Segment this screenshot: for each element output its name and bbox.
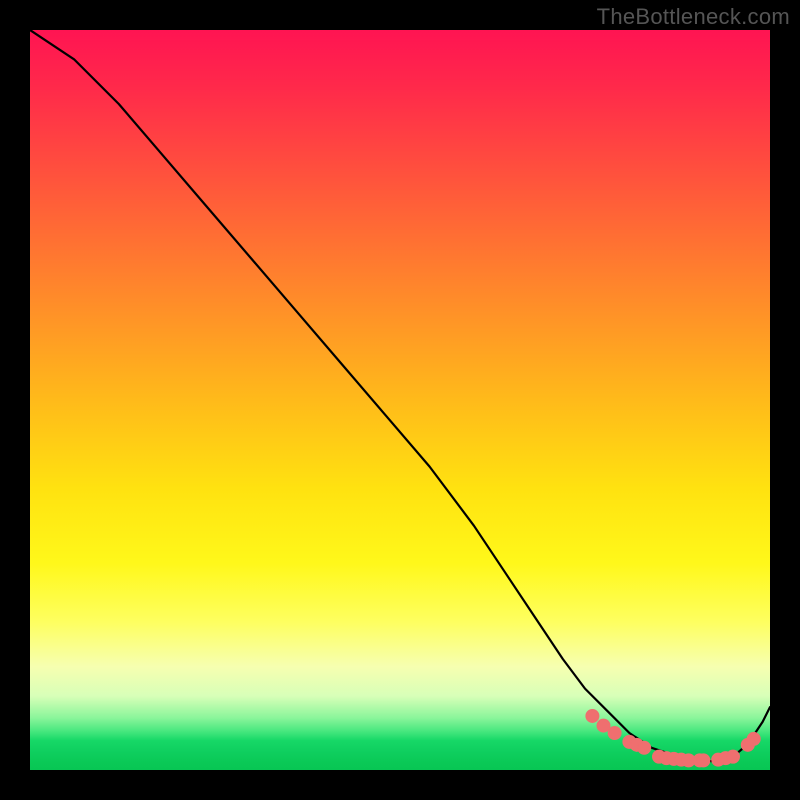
chart-frame: TheBottleneck.com — [0, 0, 800, 800]
curve-markers — [586, 709, 760, 766]
data-marker — [597, 719, 610, 732]
data-marker — [586, 709, 599, 722]
data-marker — [638, 741, 651, 754]
plot-area — [30, 30, 770, 770]
data-marker — [697, 754, 710, 767]
bottleneck-curve — [30, 30, 770, 761]
data-marker — [727, 750, 740, 763]
watermark-text: TheBottleneck.com — [597, 4, 790, 30]
data-marker — [747, 732, 760, 745]
chart-svg — [30, 30, 770, 770]
data-marker — [608, 727, 621, 740]
